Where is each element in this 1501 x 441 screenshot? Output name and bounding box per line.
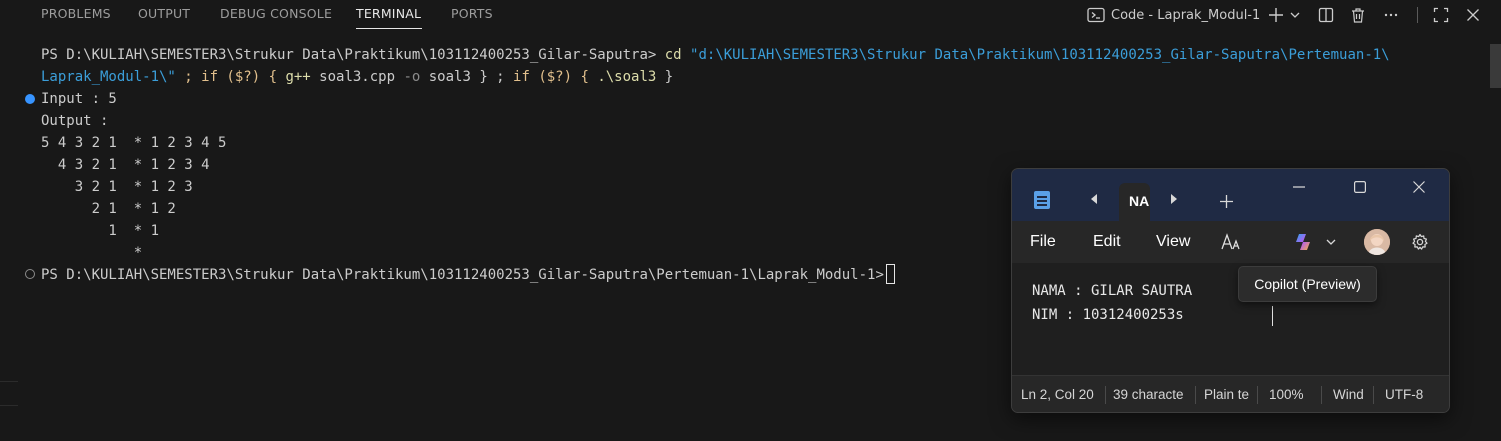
notepad-window[interactable]: NA File Edit View NAMA: GILAR SAUTRA NI… — [1011, 168, 1450, 413]
text-format-icon[interactable] — [1220, 231, 1242, 253]
output-line: 4 3 2 1 * 1 2 3 4 — [41, 157, 210, 173]
trash-icon[interactable] — [1348, 5, 1368, 25]
close-icon[interactable] — [1408, 179, 1430, 195]
minimize-icon[interactable] — [1288, 179, 1310, 195]
terminal-selector[interactable]: Code - Laprak_Modul-1 — [1087, 4, 1260, 26]
chevron-down-icon[interactable] — [1288, 5, 1302, 25]
copilot-tooltip: Copilot (Preview) — [1238, 266, 1377, 302]
output-line: Input : 5 — [41, 91, 117, 107]
terminal-scrollbar[interactable] — [1490, 44, 1501, 88]
maximize-panel-icon[interactable] — [1431, 5, 1451, 25]
notepad-text-area[interactable]: NAMA : GILAR SAUTRA NIM : 10312400253s — [1012, 263, 1449, 375]
status-format[interactable]: Plain te — [1204, 387, 1254, 402]
notepad-tab[interactable]: NA — [1119, 183, 1150, 221]
terminal-name: Code - Laprak_Modul-1 — [1111, 7, 1261, 23]
tab-problems[interactable]: PROBLEMS — [41, 6, 111, 21]
status-separator — [1195, 386, 1196, 404]
output-line: 2 1 * 1 2 — [41, 201, 176, 217]
terminal-cursor — [885, 264, 895, 284]
output-line: 5 4 3 2 1 * 1 2 3 4 5 — [41, 135, 227, 151]
notepad-tab-title: NA — [1129, 193, 1150, 209]
notepad-statusbar: Ln 2, Col 20 39 characte Plain te 100% W… — [1012, 375, 1449, 412]
more-icon[interactable] — [1381, 5, 1401, 25]
command-line-2: Laprak_Modul-1\" ; if ($?) { g++ soal3.c… — [41, 69, 674, 85]
output-line: 3 2 1 * 1 2 3 — [41, 179, 193, 195]
output-line: 1 * 1 — [41, 223, 160, 239]
output-line: * — [41, 245, 143, 261]
status-separator — [1105, 386, 1106, 404]
close-panel-icon[interactable] — [1463, 5, 1483, 25]
status-encoding[interactable]: UTF-8 — [1385, 387, 1435, 402]
menu-file[interactable]: File — [1030, 233, 1056, 251]
chevron-left-icon[interactable] — [1086, 191, 1102, 207]
settings-gear-icon[interactable] — [1409, 231, 1431, 253]
notepad-titlebar[interactable]: NA — [1012, 169, 1449, 221]
command-line-1: PS D:\KULIAH\SEMESTER3\Strukur Data\Prak… — [41, 47, 1390, 63]
menu-view[interactable]: View — [1156, 233, 1190, 251]
editor-line: NAMA : GILAR SAUTRA — [1032, 283, 1193, 299]
status-separator — [1257, 386, 1258, 404]
plus-icon[interactable] — [1266, 5, 1286, 25]
active-tab-indicator — [356, 28, 422, 29]
panel-header: PROBLEMS OUTPUT DEBUG CONSOLE TERMINAL P… — [0, 0, 1501, 30]
status-char-count[interactable]: 39 characte — [1113, 387, 1190, 402]
command-pending-decoration[interactable] — [25, 269, 35, 279]
text-caret — [1272, 306, 1273, 326]
current-prompt-line: PS D:\KULIAH\SEMESTER3\Strukur Data\Prak… — [41, 264, 895, 286]
split-icon[interactable] — [1316, 5, 1336, 25]
chevron-right-icon[interactable] — [1166, 191, 1182, 207]
status-line-ending[interactable]: Wind — [1333, 387, 1370, 402]
output-line: Output : — [41, 113, 109, 129]
notepad-app-icon — [1034, 191, 1050, 209]
tab-terminal[interactable]: TERMINAL — [356, 6, 421, 21]
tab-ports[interactable]: PORTS — [451, 6, 493, 21]
status-separator — [1373, 386, 1374, 404]
tab-output[interactable]: OUTPUT — [138, 6, 190, 21]
tab-debug-console[interactable]: DEBUG CONSOLE — [220, 6, 332, 21]
notepad-menubar: File Edit View — [1012, 221, 1449, 263]
command-success-decoration[interactable] — [25, 94, 35, 104]
menu-edit[interactable]: Edit — [1093, 233, 1121, 251]
status-zoom[interactable]: 100% — [1269, 387, 1313, 402]
maximize-icon[interactable] — [1349, 179, 1371, 195]
editor-line: NIM : 10312400253s — [1032, 307, 1184, 323]
profile-avatar[interactable] — [1364, 229, 1390, 255]
sidebar-divider — [0, 381, 18, 382]
status-position[interactable]: Ln 2, Col 20 — [1021, 387, 1101, 402]
add-tab-icon[interactable] — [1218, 193, 1234, 209]
status-separator — [1321, 386, 1322, 404]
chevron-down-icon[interactable] — [1324, 235, 1338, 249]
sidebar-divider — [0, 405, 18, 406]
copilot-icon[interactable] — [1293, 231, 1315, 253]
header-divider — [1417, 7, 1418, 23]
terminal-icon — [1087, 7, 1105, 23]
